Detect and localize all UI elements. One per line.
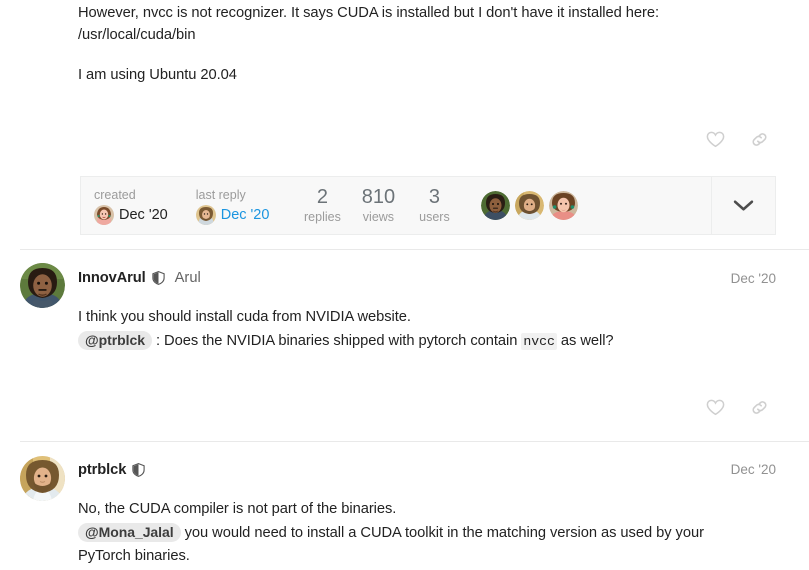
post-date-ptrblck[interactable]: Dec '20 [731,462,776,477]
views-label: views [362,210,395,224]
chevron-down-icon [733,200,754,211]
heart-icon[interactable] [704,128,726,150]
link-icon[interactable] [748,396,770,418]
topic-meta-left: created Dec '20 last reply Dec '20 2 rep… [81,177,711,234]
post-line-2-after: as well? [556,333,614,349]
topic-dates: created Dec '20 last reply Dec '20 [94,187,287,225]
op-action-bar [704,128,770,150]
created-date: Dec '20 [119,206,168,223]
post-username[interactable]: InnovArul [78,270,146,286]
post-action-bar-innovarul [704,396,770,418]
post-avatar-innovarul[interactable] [20,263,65,308]
users-label: users [419,210,450,224]
topic-stats: 2 replies 810 views 3 users [297,186,465,225]
users-count: 3 [428,186,440,208]
post-fullname: Arul [174,270,201,286]
post-avatar-ptrblck[interactable] [20,456,65,501]
last-reply-date[interactable]: Dec '20 [221,206,270,224]
original-post-body: However, nvcc is not recognizer. It says… [78,2,698,104]
post-header-ptrblck: ptrblck [78,462,155,478]
created-by-avatar[interactable] [94,204,114,225]
participant-avatar-ptrblck[interactable] [515,191,545,220]
views-count: 810 [361,186,396,208]
post-divider-1 [20,249,809,250]
op-paragraph-2: I am using Ubuntu 20.04 [78,67,237,83]
participant-avatars [481,191,579,220]
created-column: created Dec '20 [94,187,168,225]
post-divider-2 [20,441,809,442]
post-line-2-mid: : Does the NVIDIA binaries shipped with … [151,333,522,349]
last-reply-row: Dec '20 [195,204,270,225]
topic-thread-page: However, nvcc is not recognizer. It says… [0,0,809,570]
stat-views[interactable]: 810 views [353,186,403,225]
post-line-2: @Mona_Jalal you would need to install a … [78,521,728,568]
mention-mona-jalal[interactable]: @Mona_Jalal [78,523,181,542]
op-paragraph-1: However, nvcc is not recognizer. It says… [78,5,659,43]
mention-ptrblck[interactable]: @ptrblck [78,331,152,350]
link-icon[interactable] [748,128,770,150]
participant-avatar-innovarul[interactable] [481,191,511,220]
heart-icon[interactable] [704,396,726,418]
last-reply-column: last reply Dec '20 [195,187,270,225]
moderator-shield-icon [151,271,165,285]
created-row: Dec '20 [94,204,168,225]
stat-users[interactable]: 3 users [409,186,459,225]
participant-avatar-mona-jalal[interactable] [549,191,579,220]
created-label: created [94,187,136,202]
post-line-1: I think you should install cuda from NVI… [78,309,411,325]
post-header-innovarul: InnovArul Arul [78,270,201,286]
post-date-innovarul[interactable]: Dec '20 [731,271,776,286]
replies-label: replies [304,210,341,224]
post-line-1: No, the CUDA compiler is not part of the… [78,501,397,517]
post-body-innovarul: I think you should install cuda from NVI… [78,306,728,353]
replies-count: 2 [316,186,328,208]
post-line-2: @ptrblck : Does the NVIDIA binaries ship… [78,329,728,353]
post-username[interactable]: ptrblck [78,462,126,478]
post-body-ptrblck: No, the CUDA compiler is not part of the… [78,498,728,568]
stat-replies[interactable]: 2 replies [297,186,347,225]
inline-code-nvcc: nvcc [521,333,557,350]
last-reply-by-avatar[interactable] [195,204,216,225]
topic-meta-panel: created Dec '20 last reply Dec '20 2 rep… [80,176,776,235]
expand-details-button[interactable] [711,177,775,234]
last-reply-label: last reply [195,187,246,202]
moderator-shield-icon [132,463,145,477]
